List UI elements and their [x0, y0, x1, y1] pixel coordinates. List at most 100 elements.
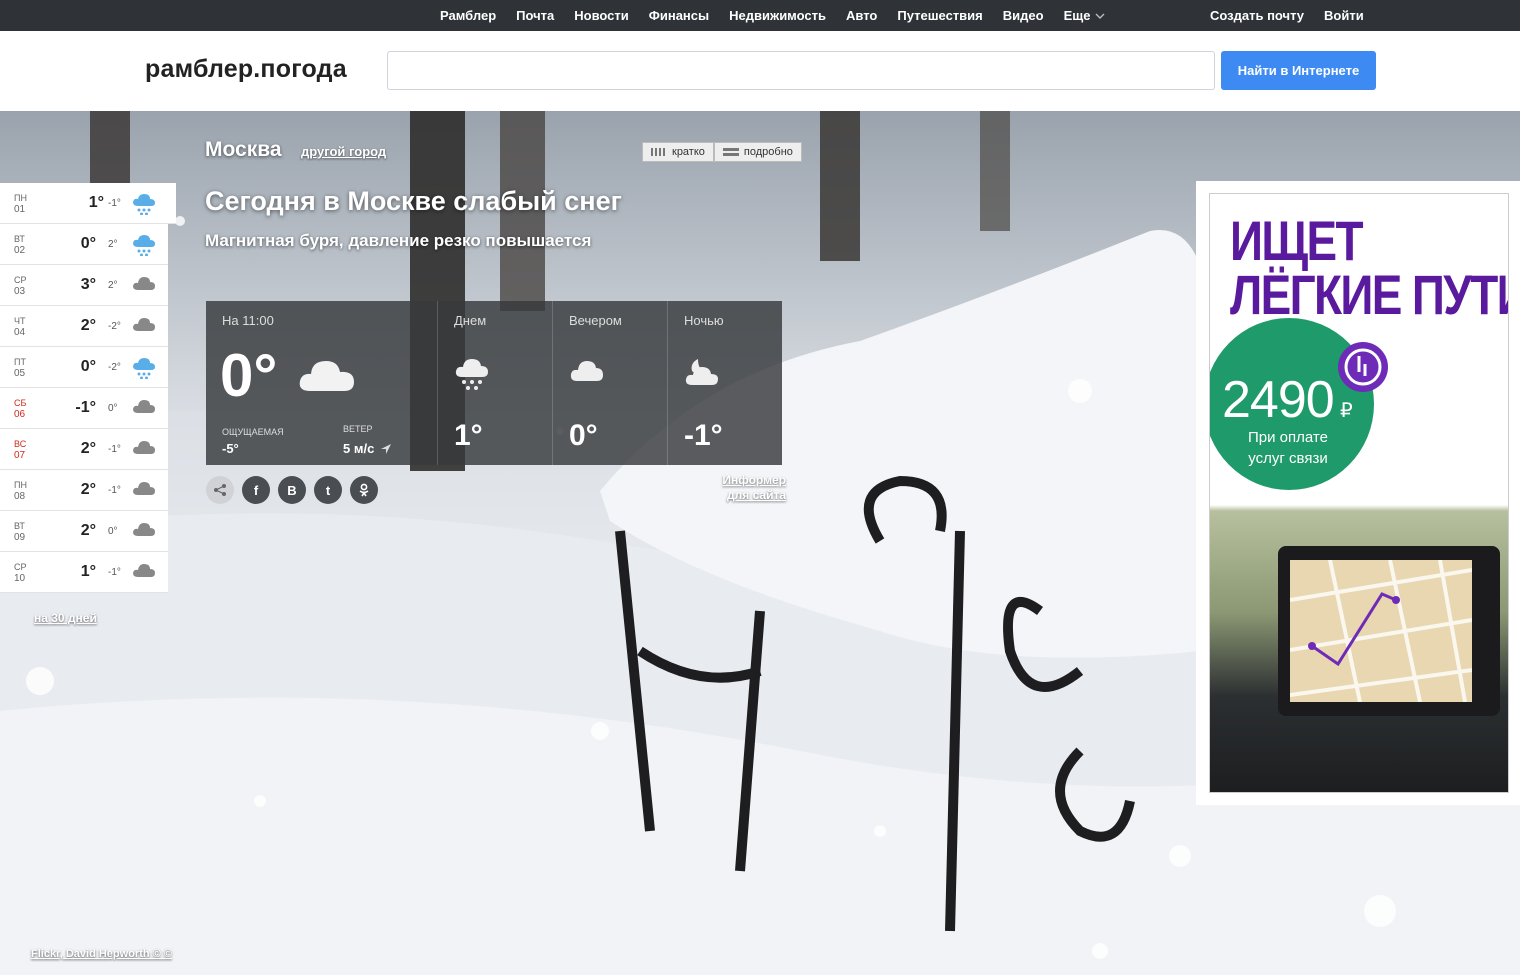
forecast-day-row[interactable]: СР 03 3° 2° [0, 265, 168, 306]
operator-logo-glyph-icon [1344, 348, 1382, 386]
odnoklassniki-icon[interactable] [350, 476, 378, 504]
nav-more-label: Еще [1063, 8, 1091, 23]
share-icon[interactable] [206, 476, 234, 504]
forecast-day-row[interactable]: СР 10 1° -1° [0, 552, 168, 593]
evening-temperature: 0° [569, 419, 598, 452]
login-link[interactable]: Войти [1324, 8, 1364, 23]
ad-title: ИЩЕТ ЛЁГКИЕ ПУТИ [1230, 209, 1509, 326]
advertisement-banner[interactable]: ИЩЕТ ЛЁГКИЕ ПУТИ 2490 ₽ При оплате услуг… [1209, 193, 1509, 793]
snow-cloud-icon [132, 357, 156, 384]
day-of-week: ЧТ [14, 316, 26, 326]
ad-currency: ₽ [1340, 400, 1353, 422]
wind-value: 5 м/с [343, 441, 392, 456]
day-date: 02 [14, 245, 26, 256]
view-toggle: кратко подробно [642, 142, 802, 162]
top-nav-account: Создать почту Войти [1210, 0, 1364, 31]
evening-label: Вечером [569, 313, 622, 328]
day-min-temp: 2° [108, 280, 118, 291]
facebook-icon[interactable]: f [242, 476, 270, 504]
snow-cloud-icon [132, 193, 156, 220]
day-of-week: ВС [14, 439, 27, 449]
nav-link-rambler[interactable]: Рамблер [440, 8, 496, 23]
evening-forecast: Вечером 0° [552, 301, 667, 465]
weather-subheadline: Магнитная буря, давление резко повышаетс… [205, 231, 592, 250]
day-min-temp: -1° [108, 444, 121, 455]
informer-link[interactable]: Информер для сайта [700, 473, 786, 503]
create-mail-link[interactable]: Создать почту [1210, 8, 1304, 23]
nav-link-finance[interactable]: Финансы [649, 8, 709, 23]
nav-link-video[interactable]: Видео [1003, 8, 1044, 23]
wind-direction-icon [381, 443, 392, 454]
feels-like-value: -5° [222, 441, 239, 456]
bars-icon [651, 148, 665, 156]
change-city-link[interactable]: другой город [301, 144, 386, 159]
forecast-day-row[interactable]: ВС 07 2° -1° [0, 429, 168, 470]
day-date: 10 [14, 573, 26, 584]
twitter-icon[interactable]: t [314, 476, 342, 504]
forecast-day-row[interactable]: ВТ 09 2° 0° [0, 511, 168, 552]
nav-link-news[interactable]: Новости [574, 8, 629, 23]
cloud-icon [132, 398, 156, 419]
ad-subtitle: При оплате услуг связи [1248, 429, 1328, 467]
moon-cloud-icon [685, 359, 718, 385]
top-navigation: Рамблер Почта Новости Финансы Недвижимос… [0, 0, 1520, 31]
megafon-logo-icon [1338, 342, 1388, 392]
site-header: рамблер.погода Найти в Интернете [0, 31, 1520, 111]
cloud-icon [132, 521, 156, 542]
ten-day-forecast: ПН 01 1° -1° ВТ 02 0° 2° СР 03 3° 2° ЧТ 04 2° -2° ПТ 05 0°… [0, 183, 176, 593]
day-max-temp: 2° [80, 317, 96, 334]
night-forecast: Ночью -1° [667, 301, 782, 465]
day-date: 04 [14, 327, 26, 338]
nav-link-realty[interactable]: Недвижимость [729, 8, 826, 23]
view-brief-button[interactable]: кратко [642, 142, 714, 162]
day-label: Днем [454, 313, 487, 328]
forecast-day-row[interactable]: ВТ 02 0° 2° [0, 224, 168, 265]
nav-link-mail[interactable]: Почта [516, 8, 554, 23]
forecast-day-row[interactable]: ЧТ 04 2° -2° [0, 306, 168, 347]
city-name: Москва [205, 138, 282, 161]
cloud-icon [299, 361, 354, 391]
view-detailed-button[interactable]: подробно [713, 142, 802, 162]
nav-link-travel[interactable]: Путешествия [897, 8, 982, 23]
forecast-day-row[interactable]: ПН 08 2° -1° [0, 470, 168, 511]
day-date: 01 [14, 204, 26, 215]
forecast-day-row[interactable]: ПН 01 1° -1° [0, 183, 176, 224]
day-of-week: ПН [14, 480, 27, 490]
cloud-icon [132, 562, 156, 583]
photo-credit[interactable]: Flickr, David Hepworth © © [31, 948, 172, 960]
feels-like-label: ОЩУЩАЕМАЯ [222, 427, 284, 437]
current-weather-panel: На 11:00 0° ОЩУЩАЕМАЯ -5° ВЕТЕР 5 м/с Дн… [206, 301, 786, 465]
day-of-week: СБ [14, 398, 27, 408]
current-conditions: На 11:00 0° ОЩУЩАЕМАЯ -5° ВЕТЕР 5 м/с [206, 301, 437, 465]
weather-headline: Сегодня в Москве слабый снег [205, 186, 622, 216]
day-date: 07 [14, 450, 26, 461]
view-detailed-label: подробно [743, 146, 793, 158]
day-temperature: 1° [454, 419, 483, 452]
nav-more-dropdown[interactable]: Еще [1064, 8, 1106, 23]
forecast-day-row[interactable]: ПТ 05 0° -2° [0, 347, 168, 388]
night-temperature: -1° [684, 419, 723, 452]
day-min-temp: 0° [108, 526, 118, 537]
day-min-temp: -1° [108, 567, 121, 578]
current-temperature: 0° [220, 342, 278, 409]
day-min-temp: 2° [108, 239, 118, 250]
share-buttons: f B t [206, 476, 378, 504]
cloud-icon [132, 439, 156, 460]
day-forecast: Днем 1° [437, 301, 552, 465]
share-glyph-icon [214, 484, 226, 496]
ad-title-line2: ЛЁГКИЕ ПУТИ [1230, 263, 1509, 326]
cloud-icon [132, 316, 156, 337]
thirty-days-link[interactable]: на 30 дней [34, 611, 97, 625]
view-brief-label: кратко [672, 146, 705, 158]
ad-price: 2490 [1222, 371, 1335, 429]
search-input[interactable] [387, 51, 1215, 90]
forecast-day-row[interactable]: СБ 06 -1° 0° [0, 388, 168, 429]
current-time: На 11:00 [222, 313, 274, 328]
ad-title-line1: ИЩЕТ [1230, 209, 1364, 272]
day-of-week: СР [14, 275, 27, 285]
nav-link-auto[interactable]: Авто [846, 8, 877, 23]
wind-speed: 5 м/с [343, 441, 375, 456]
vk-icon[interactable]: B [278, 476, 306, 504]
search-button[interactable]: Найти в Интернете [1221, 51, 1376, 90]
site-logo[interactable]: рамблер.погода [145, 55, 347, 84]
